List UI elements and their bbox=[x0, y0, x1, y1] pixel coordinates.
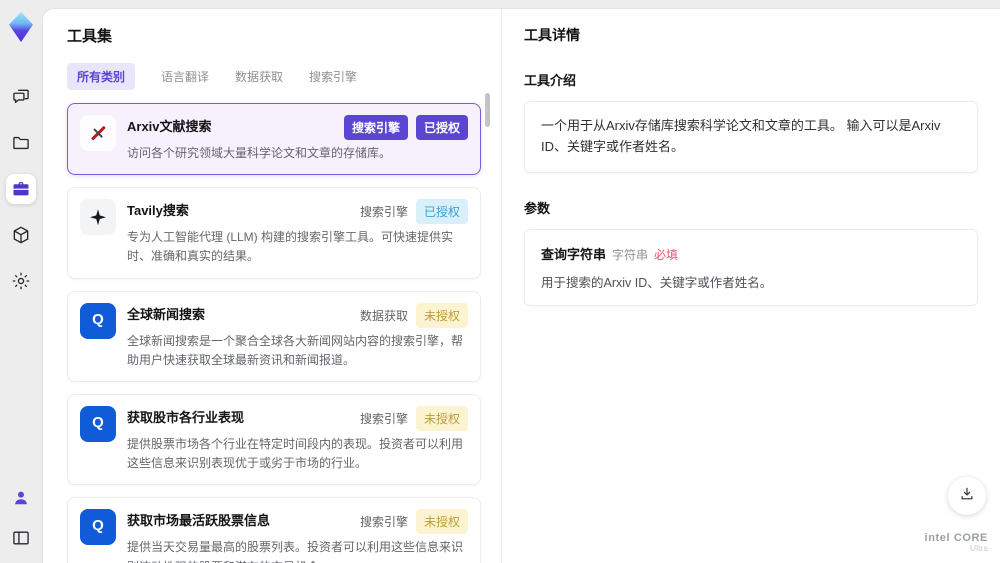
intro-box: 一个用于从Arxiv存储库搜索科学论文和文章的工具。 输入可以是Arxiv ID… bbox=[524, 101, 978, 173]
tool-name: Arxiv文献搜索 bbox=[127, 119, 212, 134]
param-item: 查询字符串 字符串 必填 用于搜索的Arxiv ID、关键字或作者姓名。 bbox=[541, 244, 961, 291]
tool-category-badge: 搜索引擎 bbox=[359, 411, 408, 426]
category-tab[interactable]: 所有类别 bbox=[67, 63, 136, 90]
tool-head: 获取市场最活跃股票信息 搜索引擎 未授权 bbox=[127, 509, 468, 535]
tool-badges: 搜索引擎 未授权 bbox=[352, 509, 468, 535]
sidebar-item-files[interactable] bbox=[6, 128, 36, 158]
tool-category-badge: 数据获取 bbox=[359, 308, 408, 323]
tool-card[interactable]: Arxiv文献搜索 搜索引擎 已授权 访问各个研究领域大量科学论文和文章的存储库… bbox=[67, 103, 481, 176]
param-name: 查询字符串 bbox=[541, 246, 607, 262]
gear-icon bbox=[11, 271, 31, 291]
tool-badges: 搜索引擎 已授权 bbox=[352, 199, 468, 225]
tool-icon-glyph bbox=[89, 311, 107, 330]
tool-detail-panel: 工具详情 工具介绍 一个用于从Arxiv存储库搜索科学论文和文章的工具。 输入可… bbox=[501, 9, 1000, 563]
sidebar-item-settings[interactable] bbox=[6, 266, 36, 296]
param-type: 字符串 bbox=[612, 247, 649, 262]
intro-text: 一个用于从Arxiv存储库搜索科学论文和文章的工具。 输入可以是Arxiv ID… bbox=[541, 118, 941, 154]
tool-auth-badge: 未授权 bbox=[415, 509, 468, 535]
tool-card[interactable]: 全球新闻搜索 数据获取 未授权 全球新闻搜索是一个聚合全球各大新闻网站内容的搜索… bbox=[67, 290, 481, 382]
tool-body: 获取市场最活跃股票信息 搜索引擎 未授权 提供当天交易量最高的股票列表。投资者可… bbox=[127, 509, 468, 563]
download-button[interactable] bbox=[948, 477, 986, 515]
tools-panel: 工具集 所有类别 语言翻译 数据获取 搜索引擎 Arxiv文献搜索 搜索引擎 已… bbox=[43, 9, 501, 563]
cube-icon bbox=[11, 225, 31, 245]
tool-description: 访问各个研究领域大量科学论文和文章的存储库。 bbox=[127, 146, 392, 160]
tool-icon-glyph bbox=[89, 124, 107, 142]
tool-head: 获取股市各行业表现 搜索引擎 未授权 bbox=[127, 405, 468, 431]
scrollbar-thumb[interactable] bbox=[485, 93, 490, 127]
tool-name: Tavily搜索 bbox=[127, 203, 189, 219]
panel-toggle-icon bbox=[11, 528, 31, 548]
tool-icon-glyph bbox=[89, 414, 107, 433]
tool-category-badge: 搜索引擎 bbox=[343, 115, 408, 140]
tool-icon bbox=[80, 199, 116, 236]
rail-items bbox=[6, 82, 36, 296]
tool-head: Tavily搜索 搜索引擎 已授权 bbox=[127, 199, 468, 225]
rail-bottom bbox=[0, 483, 42, 553]
sidebar-item-models[interactable] bbox=[6, 220, 36, 250]
tool-list: Arxiv文献搜索 搜索引擎 已授权 访问各个研究领域大量科学论文和文章的存储库… bbox=[67, 103, 481, 563]
tool-body: Arxiv文献搜索 搜索引擎 已授权 访问各个研究领域大量科学论文和文章的存储库… bbox=[127, 115, 468, 163]
tool-head: Arxiv文献搜索 搜索引擎 已授权 bbox=[127, 115, 468, 140]
tool-name: 获取市场最活跃股票信息 bbox=[127, 513, 271, 529]
tool-badges: 搜索引擎 未授权 bbox=[352, 405, 468, 431]
category-tab[interactable]: 语言翻译 bbox=[161, 68, 209, 85]
user-icon bbox=[11, 488, 31, 508]
params-heading: 参数 bbox=[524, 200, 551, 216]
param-head: 查询字符串 字符串 必填 bbox=[541, 244, 961, 263]
param-description: 用于搜索的Arxiv ID、关键字或作者姓名。 bbox=[541, 275, 773, 290]
tool-head: 全球新闻搜索 数据获取 未授权 bbox=[127, 302, 468, 328]
app-logo bbox=[9, 12, 33, 42]
tool-icon bbox=[80, 405, 116, 442]
tool-description: 全球新闻搜索是一个聚合全球各大新闻网站内容的搜索引擎，帮助用户快速获取全球最新资… bbox=[127, 333, 464, 367]
sidebar-item-collapse[interactable] bbox=[6, 523, 36, 553]
tool-category-badge: 搜索引擎 bbox=[359, 515, 408, 530]
tool-auth-badge: 已授权 bbox=[415, 199, 468, 225]
category-tab[interactable]: 数据获取 bbox=[235, 68, 283, 85]
tool-icon bbox=[80, 509, 116, 546]
tool-auth-badge: 未授权 bbox=[415, 405, 468, 431]
param-required-badge: 必填 bbox=[654, 247, 679, 262]
intro-heading: 工具介绍 bbox=[524, 73, 577, 88]
download-icon bbox=[958, 485, 976, 508]
intel-core-logo: intel CORE Ultra bbox=[925, 532, 988, 553]
icon-rail bbox=[0, 0, 42, 563]
tool-card[interactable]: 获取市场最活跃股票信息 搜索引擎 未授权 提供当天交易量最高的股票列表。投资者可… bbox=[67, 497, 481, 563]
detail-title: 工具详情 bbox=[524, 27, 580, 43]
tool-icon-glyph bbox=[89, 208, 107, 226]
tool-card[interactable]: Tavily搜索 搜索引擎 已授权 专为人工智能代理 (LLM) 构建的搜索引擎… bbox=[67, 187, 481, 279]
chat-icon bbox=[11, 87, 31, 107]
tool-category-badge: 搜索引擎 bbox=[359, 205, 408, 220]
app-window: 工具集 所有类别 语言翻译 数据获取 搜索引擎 Arxiv文献搜索 搜索引擎 已… bbox=[0, 0, 1000, 563]
tool-badges: 搜索引擎 已授权 bbox=[336, 115, 468, 140]
main-surface: 工具集 所有类别 语言翻译 数据获取 搜索引擎 Arxiv文献搜索 搜索引擎 已… bbox=[42, 8, 1000, 563]
brand-subtext: Ultra bbox=[970, 542, 988, 553]
sidebar-item-tools[interactable] bbox=[6, 174, 36, 204]
category-tab[interactable]: 搜索引擎 bbox=[309, 68, 357, 85]
page-title: 工具集 bbox=[67, 28, 113, 45]
tool-body: Tavily搜索 搜索引擎 已授权 专为人工智能代理 (LLM) 构建的搜索引擎… bbox=[127, 199, 468, 266]
tool-icon bbox=[80, 302, 116, 339]
tool-badges: 数据获取 未授权 bbox=[352, 302, 468, 328]
tool-body: 获取股市各行业表现 搜索引擎 未授权 提供股票市场各个行业在特定时间段内的表现。… bbox=[127, 405, 468, 473]
params-box: 查询字符串 字符串 必填 用于搜索的Arxiv ID、关键字或作者姓名。 bbox=[524, 228, 978, 306]
folder-icon bbox=[11, 133, 31, 153]
toolbox-icon bbox=[11, 179, 31, 199]
tool-auth-badge: 未授权 bbox=[415, 302, 468, 328]
brand-text: intel CORE bbox=[924, 531, 988, 544]
tool-name: 全球新闻搜索 bbox=[127, 306, 206, 322]
tool-description: 提供股票市场各个行业在特定时间段内的表现。投资者可以利用这些信息来识别表现优于或… bbox=[127, 436, 464, 471]
sidebar-item-account[interactable] bbox=[6, 483, 36, 513]
tool-name: 获取股市各行业表现 bbox=[127, 409, 245, 425]
sidebar-item-chat[interactable] bbox=[6, 82, 36, 112]
tool-icon bbox=[80, 115, 116, 151]
tool-description: 提供当天交易量最高的股票列表。投资者可以利用这些信息来识别流动性强的股票和潜在的… bbox=[127, 540, 464, 563]
category-tabs: 所有类别 语言翻译 数据获取 搜索引擎 bbox=[67, 63, 501, 90]
tool-description: 专为人工智能代理 (LLM) 构建的搜索引擎工具。可快速提供实时、准确和真实的结… bbox=[127, 230, 454, 264]
tool-body: 全球新闻搜索 数据获取 未授权 全球新闻搜索是一个聚合全球各大新闻网站内容的搜索… bbox=[127, 302, 468, 370]
tool-card[interactable]: 获取股市各行业表现 搜索引擎 未授权 提供股票市场各个行业在特定时间段内的表现。… bbox=[67, 393, 481, 486]
tool-auth-badge: 已授权 bbox=[415, 115, 468, 140]
tool-icon-glyph bbox=[89, 517, 107, 536]
